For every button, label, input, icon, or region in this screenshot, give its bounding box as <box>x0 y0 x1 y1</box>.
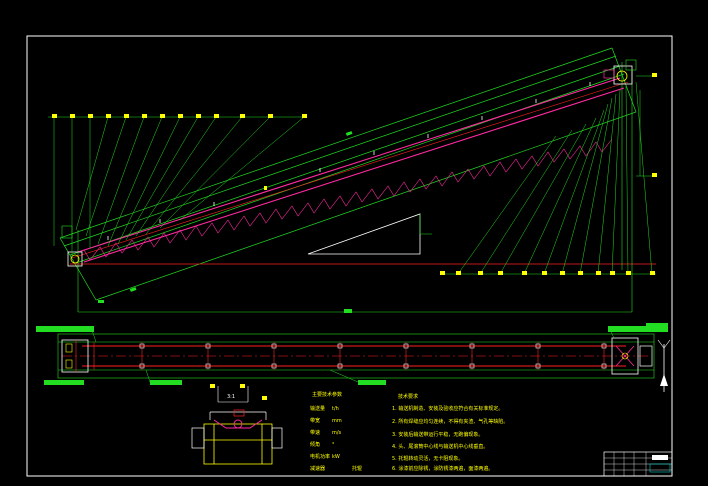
section-scale-label: 3:1 <box>227 394 235 400</box>
tech-item: 6. 涂漆前应除锈，涂防锈漆两遍，面漆两遍。 <box>392 465 493 472</box>
tech-item: 5. 托辊转动灵活，无卡阻现象。 <box>392 455 463 462</box>
param-label: 输送量 <box>310 405 325 412</box>
param-label: 倾角 <box>310 441 320 448</box>
parameters-heading: 主要技术参数 <box>312 391 342 398</box>
cad-drawing: 3:1 主要技术参数 输送量 t/h 带宽 mm 带速 m/s 倾角 ° 电机功… <box>0 0 708 486</box>
param-label: 带速 <box>310 430 320 436</box>
param-value: t/h <box>332 406 339 412</box>
tech-item: 1. 输送机制造、安装及验收应符合有关标准规定。 <box>392 405 503 412</box>
param-value: m/s <box>332 430 342 436</box>
tech-item: 4. 头、尾滚筒中心线与输送机中心线垂直。 <box>392 443 488 450</box>
tech-item: 2. 所有焊缝应均匀连续，不得有夹渣、气孔等缺陷。 <box>392 418 508 425</box>
overall-length-dim-tag <box>344 309 352 313</box>
param-label: 电机功率 <box>310 453 330 460</box>
tech-heading: 技术要求 <box>398 393 418 400</box>
param-value: mm <box>332 418 342 424</box>
title-block-logo <box>652 455 668 460</box>
param-label: 减速器 <box>310 465 325 472</box>
tech-item: 3. 安装后输送带运行平稳，无跑偏现象。 <box>392 431 483 438</box>
param-label: 托辊 <box>352 465 362 472</box>
param-value: kW <box>332 454 340 460</box>
param-label: 带宽 <box>310 417 320 424</box>
